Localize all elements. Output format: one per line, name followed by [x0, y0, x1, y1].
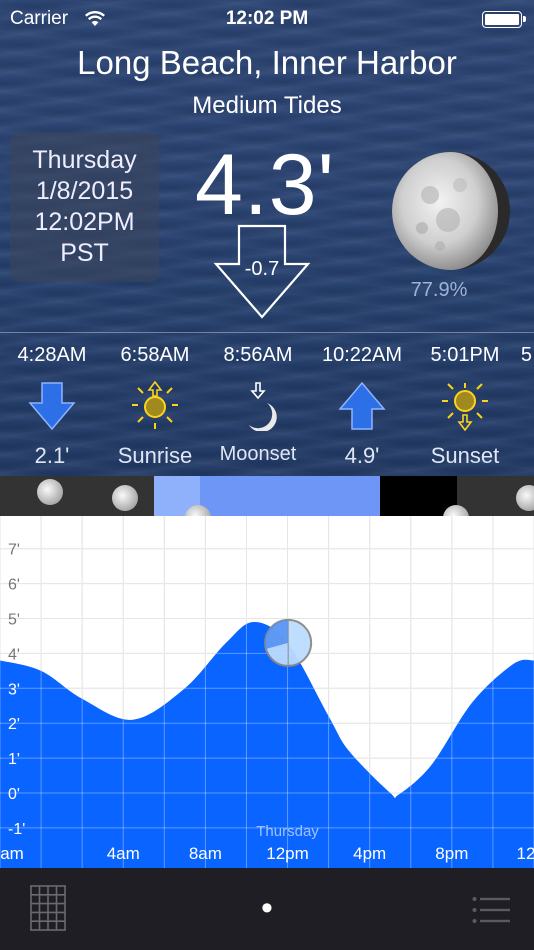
y-tick-label: 4': [8, 646, 20, 663]
bottom-toolbar: •: [0, 868, 534, 950]
moon-phase-icon: [392, 152, 510, 270]
y-tick-label: 6': [8, 577, 20, 594]
event-time: 6:58AM: [120, 344, 190, 366]
current-date-box[interactable]: Thursday 1/8/2015 12:02PM PST: [10, 132, 159, 282]
x-tick-label: 12pm: [266, 844, 309, 863]
y-tick-label: 2': [8, 716, 20, 733]
events-strip[interactable]: 4:28AM 2.1' 6:58AM Sunrise 8:56AM Moonse…: [0, 338, 534, 476]
y-tick-label: 7': [8, 542, 20, 559]
y-tick-label: 1': [8, 751, 20, 768]
moon-icon: [516, 485, 534, 511]
grid-view-icon[interactable]: [30, 885, 66, 931]
day-label: Thursday: [256, 823, 319, 840]
moon-illumination: 77.9%: [410, 279, 468, 301]
event-high-tide[interactable]: 10:22AM 4.9': [307, 338, 417, 469]
moonset-icon: [249, 382, 277, 431]
y-tick-label: 0': [8, 786, 20, 803]
current-day: Thursday: [32, 146, 137, 174]
sunrise-icon: [132, 381, 178, 429]
status-bar: Carrier 12:02 PM: [0, 0, 534, 38]
moon-icon: [112, 485, 138, 511]
tide-type-label: Medium Tides: [192, 92, 342, 119]
current-date: 1/8/2015: [35, 177, 134, 205]
divider: [0, 332, 534, 333]
event-low-tide[interactable]: 4:28AM 2.1': [0, 338, 107, 469]
event-sunrise[interactable]: 6:58AM Sunrise: [100, 338, 210, 469]
current-tide-height: 4.3': [195, 137, 335, 233]
event-time: 4:28AM: [17, 344, 87, 366]
list-menu-icon[interactable]: [472, 896, 510, 924]
status-time: 12:02 PM: [225, 8, 309, 29]
y-tick-label: -1': [8, 821, 25, 838]
event-time: 5: [520, 344, 532, 366]
moon-icon: [443, 505, 469, 516]
x-tick-label: 4am: [107, 844, 140, 863]
moon-icon: [185, 505, 211, 516]
low-tide-arrow-icon: [28, 382, 76, 431]
page-indicator[interactable]: •: [247, 888, 287, 928]
event-next[interactable]: 5: [470, 338, 534, 367]
current-time: 12:02PM: [34, 208, 135, 236]
current-timezone: PST: [60, 239, 109, 267]
x-tick-label: 12: [517, 844, 534, 863]
event-label: 4.9': [344, 443, 380, 468]
y-tick-label: 3': [8, 681, 20, 698]
x-tick-label: 8am: [189, 844, 222, 863]
x-tick-label: 8pm: [435, 844, 468, 863]
high-tide-arrow-icon: [338, 381, 386, 430]
tide-chart[interactable]: -1' 0' 1' 2' 3' 4' 5' 6' 7' am 4am 8am 12pm 4pm 8pm 12 T…: [0, 516, 534, 868]
event-label: 2.1': [34, 443, 70, 468]
event-label: Sunrise: [117, 443, 193, 468]
event-label: Sunset: [430, 443, 500, 468]
battery-icon: [482, 11, 526, 28]
moon-strip-icons: [37, 479, 534, 516]
station-name[interactable]: Long Beach, Inner Harbor: [0, 44, 534, 82]
event-moonset[interactable]: 8:56AM Moonset: [203, 338, 313, 466]
event-time: 8:56AM: [223, 344, 293, 366]
x-tick-label: am: [0, 844, 24, 863]
event-time: 10:22AM: [321, 344, 403, 366]
moon-timeline-strip[interactable]: [0, 476, 534, 516]
tide-change-value: -0.7: [244, 258, 280, 280]
event-label: Moonset: [219, 443, 297, 465]
y-tick-label: 5': [8, 612, 20, 629]
sunset-icon: [442, 383, 488, 431]
moon-icon: [37, 479, 63, 505]
x-tick-label: 4pm: [353, 844, 386, 863]
